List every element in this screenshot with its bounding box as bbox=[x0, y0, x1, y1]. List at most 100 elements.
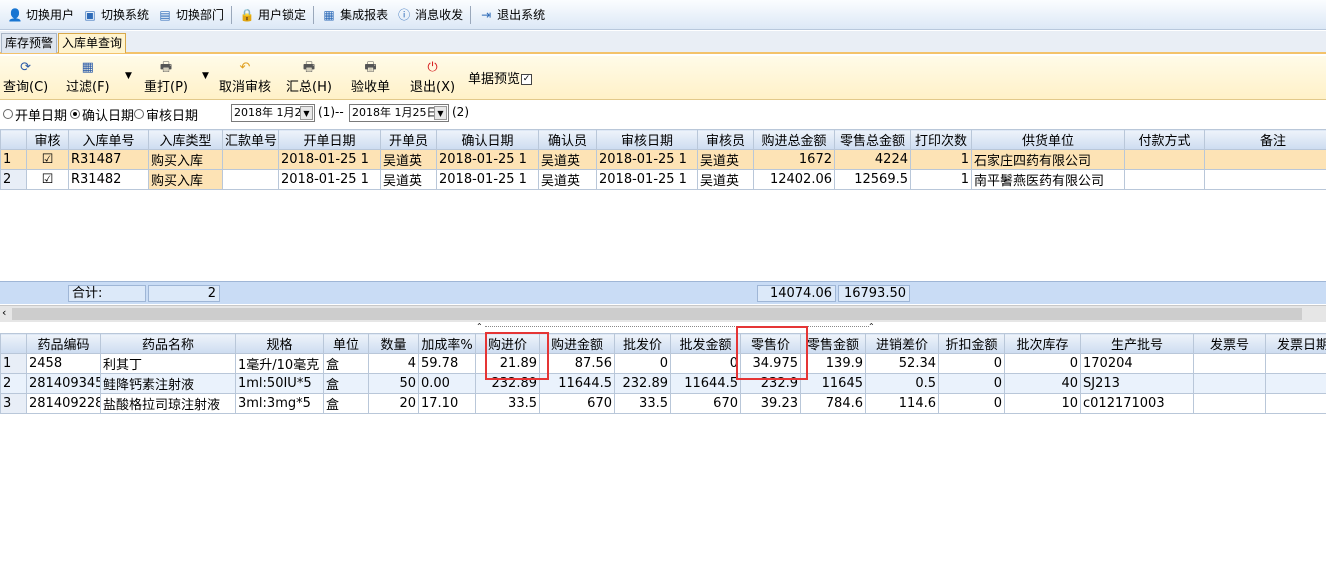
horizontal-scrollbar[interactable]: ‹ bbox=[0, 305, 1326, 322]
sum-buy-total: 14074.06 bbox=[757, 285, 836, 302]
table-cell bbox=[1193, 393, 1266, 414]
column-header[interactable]: 打印次数 bbox=[910, 129, 972, 150]
menu-switch-system[interactable]: ▣ 切换系统 bbox=[78, 4, 153, 26]
table-cell: 2018-01-25 1 bbox=[596, 149, 698, 170]
column-header[interactable]: 开单日期 bbox=[278, 129, 381, 150]
acceptance-button[interactable]: 🖶 验收单 bbox=[351, 60, 390, 95]
scroll-left-icon[interactable]: ‹ bbox=[2, 306, 6, 319]
table-cell: 盒 bbox=[323, 393, 369, 414]
table-cell bbox=[1265, 373, 1326, 394]
table-cell: 2 bbox=[0, 169, 27, 190]
column-header[interactable]: 数量 bbox=[368, 333, 419, 354]
filter-dropdown-icon[interactable]: ▼ bbox=[125, 71, 132, 81]
column-header[interactable]: 发票日期 bbox=[1265, 333, 1326, 354]
audit-checkbox[interactable]: ☑ bbox=[26, 149, 69, 170]
table-cell: 2018-01-25 1 bbox=[278, 149, 381, 170]
column-header[interactable]: 零售金额 bbox=[800, 333, 866, 354]
column-header[interactable]: 确认员 bbox=[538, 129, 597, 150]
table-row[interactable]: 2 281409345 鲑降钙素注射液 1ml:50IU*5 盒 50 0.00 232.89… bbox=[0, 373, 1326, 394]
column-header[interactable]: 购进总金额 bbox=[753, 129, 835, 150]
reprint-button[interactable]: 🖶 重打(P) bbox=[144, 60, 188, 95]
column-header[interactable] bbox=[0, 129, 27, 150]
table-row[interactable]: 1 ☑ R31487 购买入库 2018-01-25 1 吴道英 2018-01-25 1吴… bbox=[0, 149, 1326, 170]
table-cell: 吴道英 bbox=[538, 169, 597, 190]
table-cell: 0 bbox=[614, 353, 671, 374]
column-header[interactable]: 入库单号 bbox=[68, 129, 149, 150]
column-header[interactable] bbox=[0, 333, 27, 354]
switch-system-icon: ▣ bbox=[84, 7, 96, 22]
tab-stock-warning[interactable]: 库存预警 bbox=[1, 33, 58, 53]
column-header[interactable]: 发票号 bbox=[1193, 333, 1266, 354]
menu-report[interactable]: ▦ 集成报表 bbox=[317, 4, 392, 26]
preview-checkbox[interactable]: ✓ bbox=[521, 74, 533, 85]
chevron-up-icon[interactable]: ⌃ bbox=[868, 322, 875, 331]
column-header[interactable]: 折扣金额 bbox=[938, 333, 1005, 354]
column-header[interactable]: 加成率% bbox=[418, 333, 476, 354]
menu-user-lock[interactable]: 🔒 用户锁定 bbox=[235, 4, 310, 26]
column-header[interactable]: 批发价 bbox=[614, 333, 671, 354]
menu-message[interactable]: ⓘ 消息收发 bbox=[392, 4, 467, 26]
column-header[interactable]: 确认日期 bbox=[436, 129, 539, 150]
column-header[interactable]: 药品编码 bbox=[26, 333, 101, 354]
column-header[interactable]: 进销差价 bbox=[865, 333, 939, 354]
table-cell: 1 bbox=[0, 353, 27, 374]
column-header[interactable]: 审核 bbox=[26, 129, 69, 150]
audit-checkbox[interactable]: ☑ bbox=[26, 169, 69, 190]
date-from-picker[interactable]: 2018年 1月2 ▼ bbox=[231, 104, 315, 122]
summary-button[interactable]: 🖶 汇总(H) bbox=[286, 60, 332, 95]
table-cell: 12402.06 bbox=[753, 169, 835, 190]
audit-date-radio[interactable] bbox=[134, 109, 145, 119]
column-header[interactable]: 批次库存 bbox=[1004, 333, 1081, 354]
menu-switch-user[interactable]: 👤 切换用户 bbox=[3, 4, 78, 26]
sum-count: 2 bbox=[148, 285, 220, 302]
cancel-audit-button[interactable]: ↶ 取消审核 bbox=[219, 60, 271, 95]
column-header[interactable]: 汇款单号 bbox=[222, 129, 279, 150]
column-header[interactable]: 生产批号 bbox=[1080, 333, 1194, 354]
table-row[interactable]: 1 2458 利其丁 1毫升/10毫克盒 4 59.78 21.89 87.56 0 0 34.97… bbox=[0, 353, 1326, 374]
column-header[interactable]: 批发金额 bbox=[670, 333, 741, 354]
date-from-value: 2018年 1月2 bbox=[234, 106, 302, 119]
table-cell: 1毫升/10毫克 bbox=[235, 353, 324, 374]
column-header[interactable]: 规格 bbox=[235, 333, 324, 354]
column-header[interactable]: 购进金额 bbox=[539, 333, 615, 354]
menu-exit-system[interactable]: ⇥ 退出系统 bbox=[474, 4, 549, 26]
chevron-up-icon[interactable]: ⌃ bbox=[476, 322, 483, 331]
reprint-dropdown-icon[interactable]: ▼ bbox=[202, 71, 209, 81]
column-header[interactable]: 零售价 bbox=[740, 333, 801, 354]
scroll-thumb[interactable] bbox=[12, 308, 1302, 320]
table-cell: R31482 bbox=[68, 169, 149, 190]
table-cell: 0.5 bbox=[865, 373, 939, 394]
table-cell: 1 bbox=[910, 169, 972, 190]
column-header[interactable]: 付款方式 bbox=[1124, 129, 1205, 150]
tab-strip: 库存预警 入库单查询 bbox=[0, 31, 1326, 54]
chevron-down-icon[interactable]: ▼ bbox=[300, 106, 313, 120]
table-cell bbox=[1204, 169, 1326, 190]
filter-button[interactable]: ▦ 过滤(F) bbox=[66, 60, 110, 95]
column-header[interactable]: 审核员 bbox=[697, 129, 754, 150]
tab-inbound-query[interactable]: 入库单查询 bbox=[58, 33, 127, 53]
column-header[interactable]: 入库类型 bbox=[148, 129, 223, 150]
open-date-radio[interactable] bbox=[3, 109, 13, 119]
master-header-row: 审核 入库单号 入库类型 汇款单号 开单日期 开单员 确认日期 确认员 审核日期 审核员 购进总金额… bbox=[0, 129, 1326, 150]
confirm-date-radio[interactable] bbox=[70, 109, 81, 119]
splitter[interactable]: ⌃ ⌃ bbox=[0, 322, 1326, 332]
column-header[interactable]: 单位 bbox=[323, 333, 369, 354]
query-button[interactable]: ⟳ 查询(C) bbox=[3, 60, 48, 95]
column-header[interactable]: 购进价 bbox=[475, 333, 540, 354]
table-row[interactable]: 3 281409228 盐酸格拉司琼注射液 3ml:3mg*5 盒 20 17.10 33.5… bbox=[0, 393, 1326, 414]
column-header[interactable]: 备注 bbox=[1204, 129, 1326, 150]
table-row[interactable]: 2 ☑ R31482 购买入库 2018-01-25 1 吴道英 2018-01-25 1吴… bbox=[0, 169, 1326, 190]
printer-icon: 🖶 bbox=[302, 60, 316, 75]
column-header[interactable]: 药品名称 bbox=[100, 333, 236, 354]
date-to-picker[interactable]: 2018年 1月25日 ▼ bbox=[349, 104, 449, 122]
preview-toggle[interactable]: 单据预览 ✓ bbox=[468, 68, 533, 87]
exit-button[interactable]: ⏻ 退出(X) bbox=[410, 60, 455, 95]
column-header[interactable]: 零售总金额 bbox=[834, 129, 911, 150]
table-cell: 吴道英 bbox=[380, 149, 437, 170]
column-header[interactable]: 审核日期 bbox=[596, 129, 698, 150]
menu-switch-dept[interactable]: ▤ 切换部门 bbox=[153, 4, 228, 26]
column-header[interactable]: 开单员 bbox=[380, 129, 437, 150]
chevron-down-icon[interactable]: ▼ bbox=[434, 106, 447, 120]
column-header[interactable]: 供货单位 bbox=[971, 129, 1125, 150]
table-cell: 4 bbox=[368, 353, 419, 374]
